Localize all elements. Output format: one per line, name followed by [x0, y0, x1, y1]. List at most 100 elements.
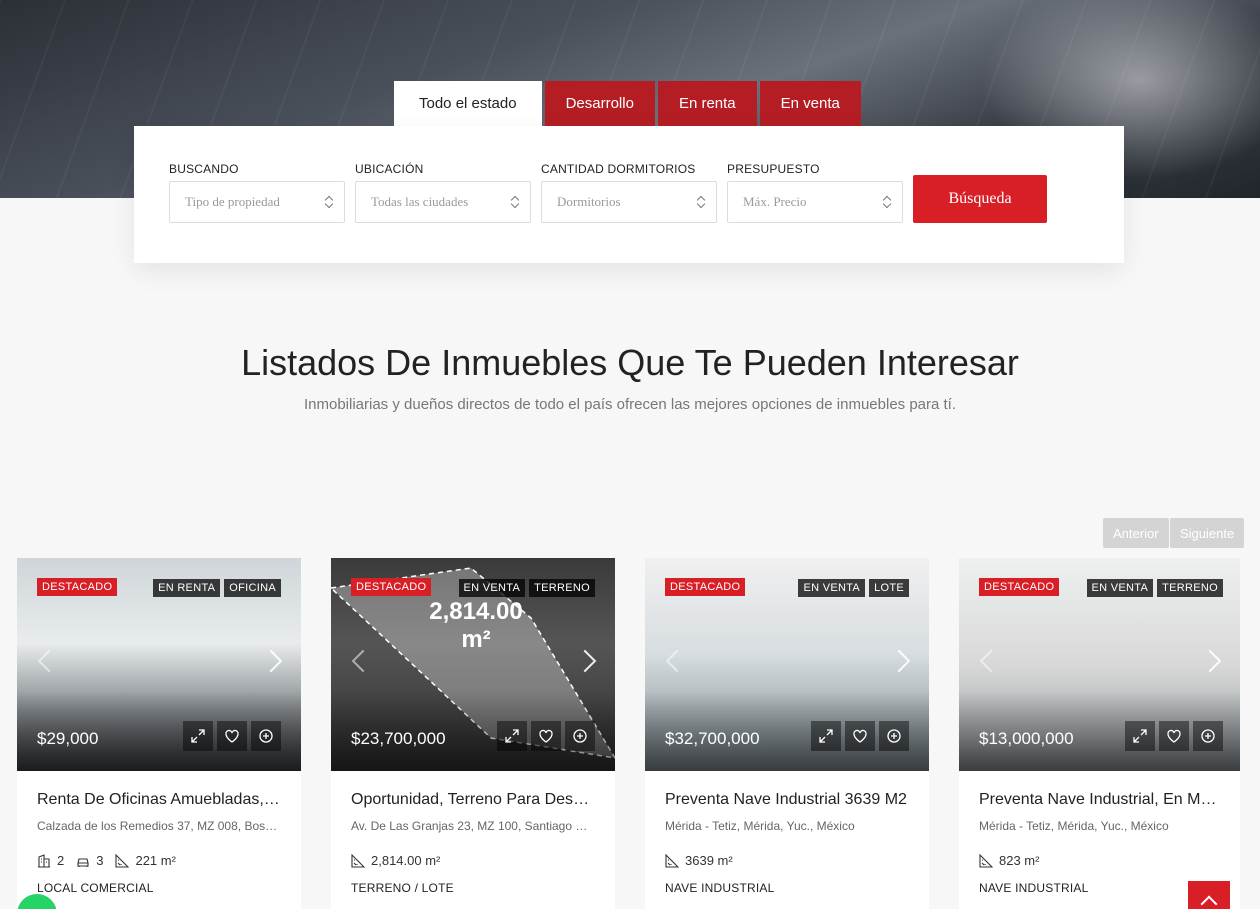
compare-button[interactable]	[565, 721, 595, 751]
status-badge[interactable]: EN VENTA	[798, 579, 866, 597]
category-badge[interactable]: TERRENO	[1157, 579, 1223, 597]
listing-card[interactable]: 2,814.00 m² DESTACADO EN VENTA TERRENO $…	[331, 558, 615, 909]
favorite-button[interactable]	[531, 721, 561, 751]
heart-icon	[853, 729, 867, 743]
compare-button[interactable]	[879, 721, 909, 751]
listing-title[interactable]: Renta De Oficinas Amuebladas, Calzada De…	[37, 791, 281, 809]
back-to-top-button[interactable]	[1188, 881, 1230, 909]
expand-button[interactable]	[1125, 721, 1155, 751]
heart-icon	[225, 729, 239, 743]
listing-features: 3639 m²	[665, 853, 909, 868]
listing-price: $29,000	[37, 729, 99, 748]
compare-button[interactable]	[1193, 721, 1223, 751]
location-select[interactable]: Todas las ciudades	[355, 181, 531, 223]
area-feature: 221 m²	[115, 853, 176, 868]
status-badge[interactable]: EN VENTA	[458, 579, 526, 597]
carousel-next-button[interactable]: Siguiente	[1170, 518, 1245, 548]
expand-icon	[191, 729, 205, 743]
listing-actions	[497, 721, 595, 751]
ruler-icon	[979, 853, 993, 868]
chevron-updown-icon	[324, 195, 334, 209]
category-badge[interactable]: LOTE	[869, 579, 909, 597]
category-badge[interactable]: TERRENO	[529, 579, 595, 597]
listing-features: 2,814.00 m²	[351, 853, 595, 868]
listing-card[interactable]: DESTACADO EN VENTA LOTE $32,700,000 Prev…	[645, 558, 929, 909]
ruler-icon	[115, 853, 130, 868]
heart-icon	[539, 729, 553, 743]
select-value: Máx. Precio	[743, 194, 807, 209]
listing-image[interactable]: DESTACADO EN VENTA TERRENO $13,000,000	[959, 558, 1240, 771]
listing-title[interactable]: Preventa Nave Industrial, En Mérida	[979, 791, 1220, 809]
tab-todo-el-estado[interactable]: Todo el estado	[394, 81, 542, 126]
chevron-updown-icon	[882, 195, 892, 209]
listing-image[interactable]: DESTACADO EN RENTA OFICINA $29,000	[17, 558, 301, 771]
listing-address: Av. De Las Granjas 23, MZ 100, Santiago …	[351, 819, 595, 833]
plus-circle-icon	[887, 729, 901, 743]
property-type: NAVE INDUSTRIAL	[665, 881, 775, 895]
listing-actions	[811, 721, 909, 751]
expand-button[interactable]	[183, 721, 213, 751]
listing-body: Renta De Oficinas Amuebladas, Calzada De…	[17, 771, 301, 895]
listing-image[interactable]: 2,814.00 m² DESTACADO EN VENTA TERRENO $…	[331, 558, 615, 771]
listing-image[interactable]: DESTACADO EN VENTA LOTE $32,700,000	[645, 558, 929, 771]
search-panel: BUSCANDO Tipo de propiedad UBICACIÓN Tod…	[134, 126, 1124, 263]
listing-badges: EN VENTA TERRENO	[458, 579, 595, 597]
tab-en-renta[interactable]: En renta	[657, 81, 757, 126]
carousel-prev-button[interactable]: Anterior	[1103, 518, 1169, 548]
field-label: PRESUPUESTO	[727, 162, 820, 176]
plus-circle-icon	[1201, 729, 1215, 743]
expand-button[interactable]	[811, 721, 841, 751]
featured-badge: DESTACADO	[665, 578, 746, 596]
expand-icon	[1133, 729, 1147, 743]
listing-card[interactable]: DESTACADO EN RENTA OFICINA $29,000 Renta…	[17, 558, 301, 909]
listing-badges: EN RENTA OFICINA	[153, 579, 281, 597]
compare-button[interactable]	[251, 721, 281, 751]
category-badge[interactable]: OFICINA	[224, 579, 281, 597]
area-value: 2,814.00 m²	[371, 853, 441, 868]
status-badge[interactable]: EN RENTA	[153, 579, 221, 597]
search-tabs: Todo el estado Desarrollo En renta En ve…	[394, 81, 861, 126]
area-feature: 3639 m²	[665, 853, 733, 868]
favorite-button[interactable]	[845, 721, 875, 751]
listing-price: $13,000,000	[979, 729, 1074, 748]
featured-badge: DESTACADO	[979, 578, 1060, 596]
ruler-icon	[665, 853, 679, 868]
car-icon	[77, 857, 89, 867]
status-badge[interactable]: EN VENTA	[1086, 579, 1154, 597]
select-value: Todas las ciudades	[371, 194, 469, 209]
area-feature: 823 m²	[979, 853, 1039, 868]
listing-title[interactable]: Preventa Nave Industrial 3639 M2	[665, 791, 909, 809]
field-label: BUSCANDO	[169, 162, 239, 176]
tab-en-venta[interactable]: En venta	[759, 81, 861, 126]
favorite-button[interactable]	[1159, 721, 1189, 751]
chevron-updown-icon	[696, 195, 706, 209]
listing-price: $32,700,000	[665, 729, 760, 748]
listing-features: 823 m²	[979, 853, 1220, 868]
listing-features: 2 3 221 m²	[37, 853, 281, 868]
expand-icon	[505, 729, 519, 743]
listing-card[interactable]: DESTACADO EN VENTA TERRENO $13,000,000 P…	[959, 558, 1240, 909]
featured-badge: DESTACADO	[37, 578, 118, 596]
listing-address: Calzada de los Remedios 37, MZ 008, Bosq…	[37, 819, 281, 833]
plus-circle-icon	[573, 729, 587, 743]
field-label: UBICACIÓN	[355, 162, 424, 176]
listing-title[interactable]: Oportunidad, Terreno Para Desarrollo	[351, 791, 595, 809]
search-button[interactable]: Búsqueda	[913, 175, 1047, 223]
ruler-icon	[351, 853, 365, 868]
favorite-button[interactable]	[217, 721, 247, 751]
property-type: TERRENO / LOTE	[351, 881, 454, 895]
property-type-select[interactable]: Tipo de propiedad	[169, 181, 345, 223]
listing-actions	[183, 721, 281, 751]
bedrooms-field: CANTIDAD DORMITORIOS Dormitorios	[541, 162, 717, 223]
bedrooms-select[interactable]: Dormitorios	[541, 181, 717, 223]
listing-badges: EN VENTA TERRENO	[1086, 579, 1223, 597]
rooms-count: 2	[57, 853, 65, 868]
property-type-field: BUSCANDO Tipo de propiedad	[169, 162, 345, 223]
heart-icon	[1167, 729, 1181, 743]
chevron-updown-icon	[510, 195, 520, 209]
expand-button[interactable]	[497, 721, 527, 751]
lot-area-overlay: 2,814.00 m²	[429, 598, 523, 653]
budget-select[interactable]: Máx. Precio	[727, 181, 903, 223]
featured-badge: DESTACADO	[351, 578, 432, 596]
tab-desarrollo[interactable]: Desarrollo	[544, 81, 655, 126]
